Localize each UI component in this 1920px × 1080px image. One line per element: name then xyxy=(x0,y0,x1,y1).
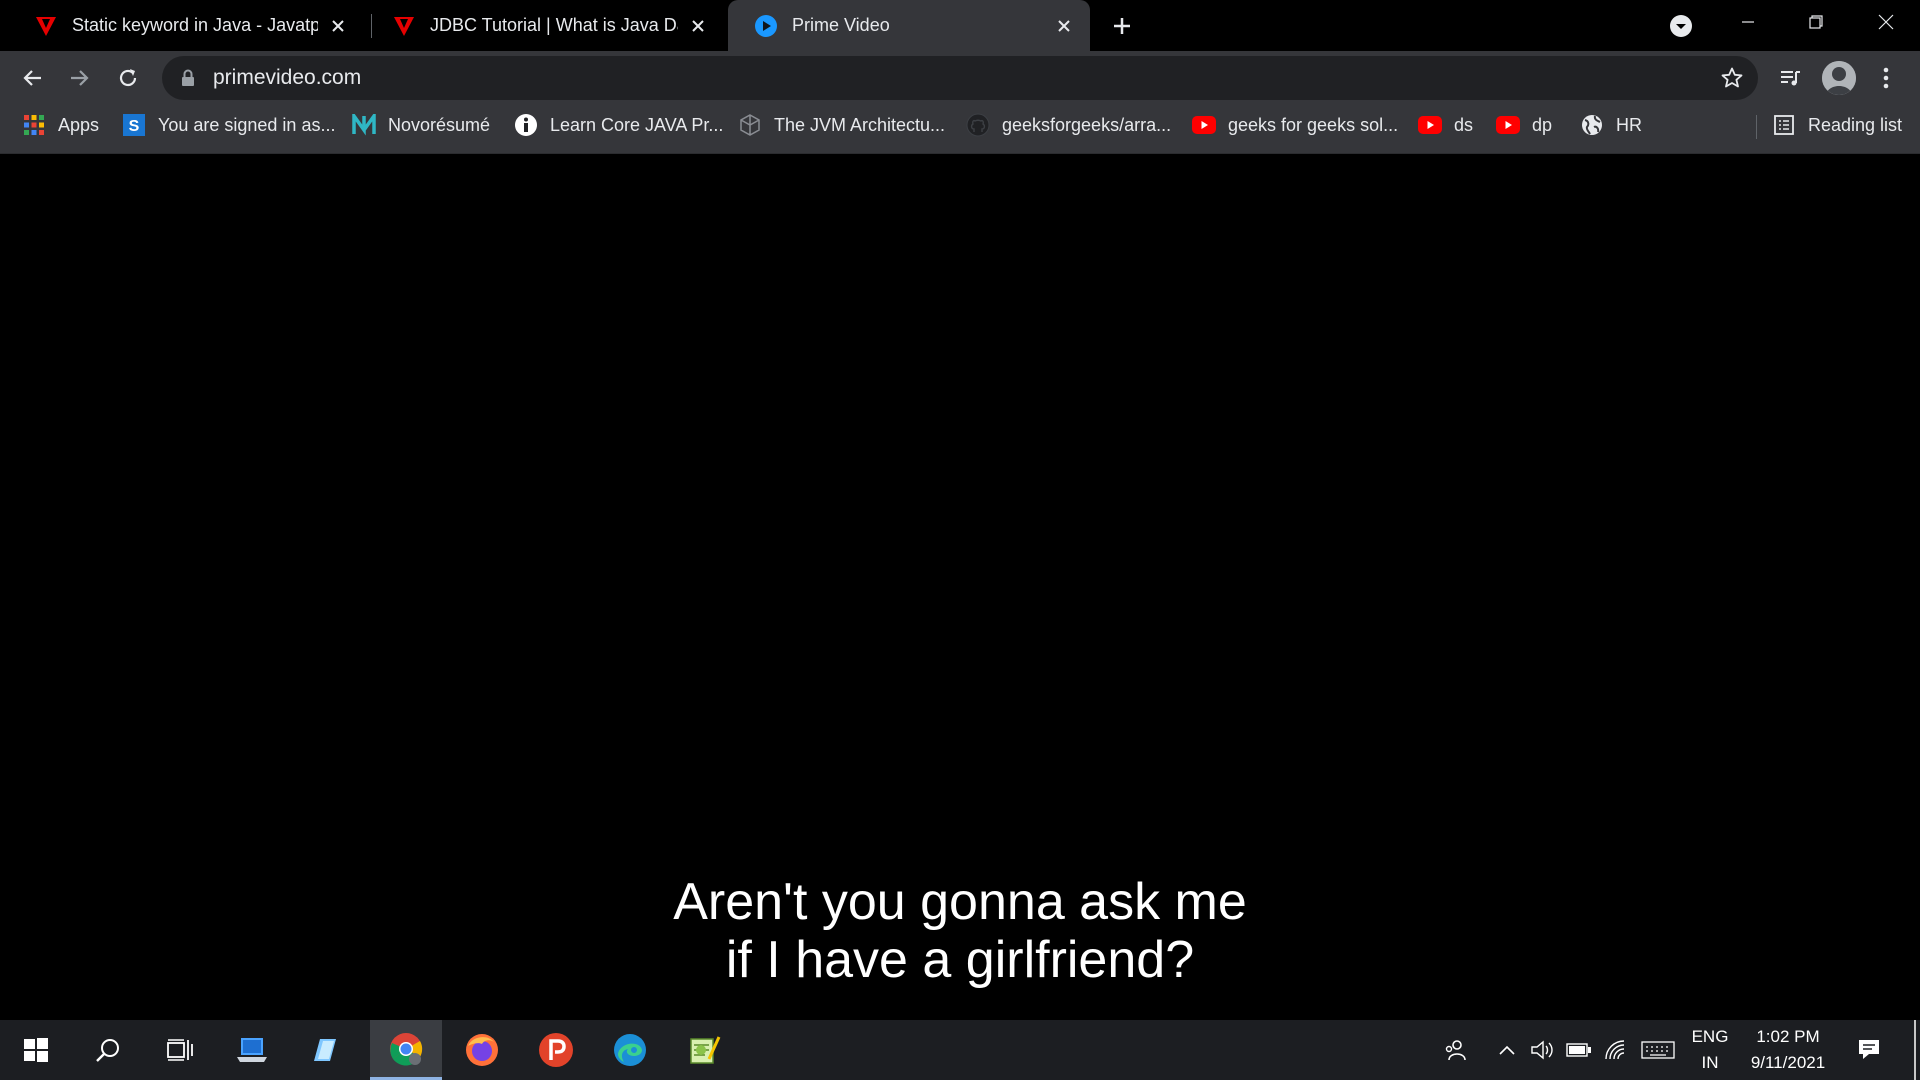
tab-jdbc-tutorial[interactable]: JDBC Tutorial | What is Java Database Co… xyxy=(366,0,724,51)
wifi-icon[interactable] xyxy=(1604,1038,1630,1062)
start-icon[interactable] xyxy=(0,1020,72,1080)
notification-center-icon[interactable] xyxy=(1856,1037,1882,1061)
reload-button[interactable] xyxy=(112,62,144,94)
lock-icon[interactable] xyxy=(178,68,198,88)
media-control-icon[interactable] xyxy=(1774,62,1806,94)
info-icon xyxy=(514,113,538,137)
youtube-icon xyxy=(1192,113,1216,137)
subtitle-caption: Aren't you gonna ask me if I have a girl… xyxy=(0,873,1920,989)
bookmark-apps[interactable]: Apps xyxy=(22,105,99,145)
bookmark-gfg-github[interactable]: geeksforgeeks/arra... xyxy=(966,105,1171,145)
tab-title: Static keyword in Java - Javatpoint xyxy=(72,15,318,35)
subtitle-line-1: Aren't you gonna ask me xyxy=(673,873,1247,931)
language-code: ENG xyxy=(1691,1027,1729,1046)
bookmark-label: Novorésumé xyxy=(388,114,491,135)
youtube-icon xyxy=(1496,113,1520,137)
forward-button[interactable] xyxy=(64,62,96,94)
this-pc-icon[interactable] xyxy=(216,1020,288,1080)
profile-avatar[interactable] xyxy=(1822,61,1856,95)
notepad-icon[interactable] xyxy=(288,1020,360,1080)
github-icon xyxy=(966,113,990,137)
bookmark-hr[interactable]: HR xyxy=(1580,105,1642,145)
bookmark-dp[interactable]: dp xyxy=(1496,105,1552,145)
bookmark-novoresume[interactable]: Novorésumé xyxy=(352,105,490,145)
tab-title: Prime Video xyxy=(792,15,890,35)
browser-toolbar: primevideo.com xyxy=(0,51,1920,105)
bookmark-star-icon[interactable] xyxy=(1720,66,1744,90)
firefox-icon[interactable] xyxy=(446,1020,518,1080)
bookmarks-bar: Apps S You are signed in as... Novorésum… xyxy=(0,105,1920,154)
bookmark-label: HR xyxy=(1616,114,1642,135)
apps-grid-icon xyxy=(22,113,46,137)
bookmark-label: dp xyxy=(1532,114,1553,135)
tab-strip: Static keyword in Java - Javatpoint JDBC… xyxy=(0,0,1920,51)
task-view-icon[interactable] xyxy=(144,1020,216,1080)
close-tab-icon[interactable] xyxy=(326,14,350,38)
tab-search-icon[interactable] xyxy=(1668,13,1694,39)
search-icon[interactable] xyxy=(72,1020,144,1080)
svg-text:S: S xyxy=(129,118,140,135)
clock-time: 1:02 PM xyxy=(1756,1027,1820,1046)
tab-title: JDBC Tutorial | What is Java Database Co… xyxy=(430,15,678,35)
notepadpp-icon[interactable] xyxy=(668,1020,740,1080)
bookmark-learn-core-java[interactable]: Learn Core JAVA Pr... xyxy=(514,105,723,145)
url-text[interactable]: primevideo.com xyxy=(213,66,361,90)
language-indicator[interactable]: ENG IN xyxy=(1688,1027,1732,1073)
globe-icon xyxy=(1580,113,1604,137)
chevron-up-icon[interactable] xyxy=(1494,1038,1520,1062)
bookmark-ds[interactable]: ds xyxy=(1418,105,1473,145)
javatpoint-favicon xyxy=(392,14,416,38)
bookmark-label: geeks for geeks sol... xyxy=(1228,114,1399,135)
bookmarks-separator xyxy=(1756,115,1757,139)
video-player[interactable]: Aren't you gonna ask me if I have a girl… xyxy=(0,155,1920,1020)
minimize-button[interactable] xyxy=(1714,0,1782,44)
edge-icon[interactable] xyxy=(594,1020,666,1080)
javatpoint-favicon xyxy=(34,14,58,38)
bookmark-label: Apps xyxy=(58,114,100,135)
touch-keyboard-icon[interactable] xyxy=(1640,1038,1676,1062)
clock[interactable]: 1:02 PM 9/11/2021 xyxy=(1740,1027,1836,1073)
people-icon[interactable] xyxy=(1442,1038,1468,1062)
cube-icon xyxy=(738,113,762,137)
new-tab-button[interactable] xyxy=(1108,12,1136,40)
address-bar[interactable]: primevideo.com xyxy=(162,56,1758,100)
close-window-button[interactable] xyxy=(1852,0,1920,44)
postman-icon[interactable] xyxy=(520,1020,592,1080)
bookmark-gfg-solutions[interactable]: geeks for geeks sol... xyxy=(1192,105,1398,145)
bookmark-label: ds xyxy=(1454,114,1474,135)
clock-date: 9/11/2021 xyxy=(1750,1053,1826,1072)
tab-prime-video[interactable]: Prime Video xyxy=(728,0,1090,51)
bookmark-label: You are signed in as... xyxy=(158,114,336,135)
reading-list-label: Reading list xyxy=(1808,114,1903,135)
close-tab-icon[interactable] xyxy=(1052,14,1076,38)
battery-icon[interactable] xyxy=(1566,1038,1592,1062)
bookmark-jvm-architecture[interactable]: The JVM Architectu... xyxy=(738,105,945,145)
bookmark-label: geeksforgeeks/arra... xyxy=(1002,114,1172,135)
windows-taskbar: ENG IN 1:02 PM 9/11/2021 xyxy=(0,1020,1920,1080)
subtitle-line-2: if I have a girlfriend? xyxy=(725,931,1195,989)
close-tab-icon[interactable] xyxy=(686,14,710,38)
bookmark-label: Learn Core JAVA Pr... xyxy=(550,114,724,135)
youtube-icon xyxy=(1418,113,1442,137)
show-desktop-button[interactable] xyxy=(1914,1020,1916,1080)
region-code: IN xyxy=(1701,1053,1719,1072)
chrome-icon[interactable] xyxy=(370,1020,442,1080)
menu-kebab-icon[interactable] xyxy=(1870,62,1902,94)
reading-list-icon xyxy=(1772,113,1796,137)
reading-list-button[interactable]: Reading list xyxy=(1772,105,1902,145)
s-icon: S xyxy=(122,113,146,137)
bookmark-label: The JVM Architectu... xyxy=(774,114,946,135)
volume-icon[interactable] xyxy=(1530,1038,1556,1062)
restore-button[interactable] xyxy=(1782,0,1850,44)
bookmark-signed-in[interactable]: S You are signed in as... xyxy=(122,105,335,145)
tab-static-keyword[interactable]: Static keyword in Java - Javatpoint xyxy=(8,0,364,51)
back-button[interactable] xyxy=(16,62,48,94)
novoresume-icon xyxy=(352,113,376,137)
primevideo-favicon xyxy=(754,14,778,38)
